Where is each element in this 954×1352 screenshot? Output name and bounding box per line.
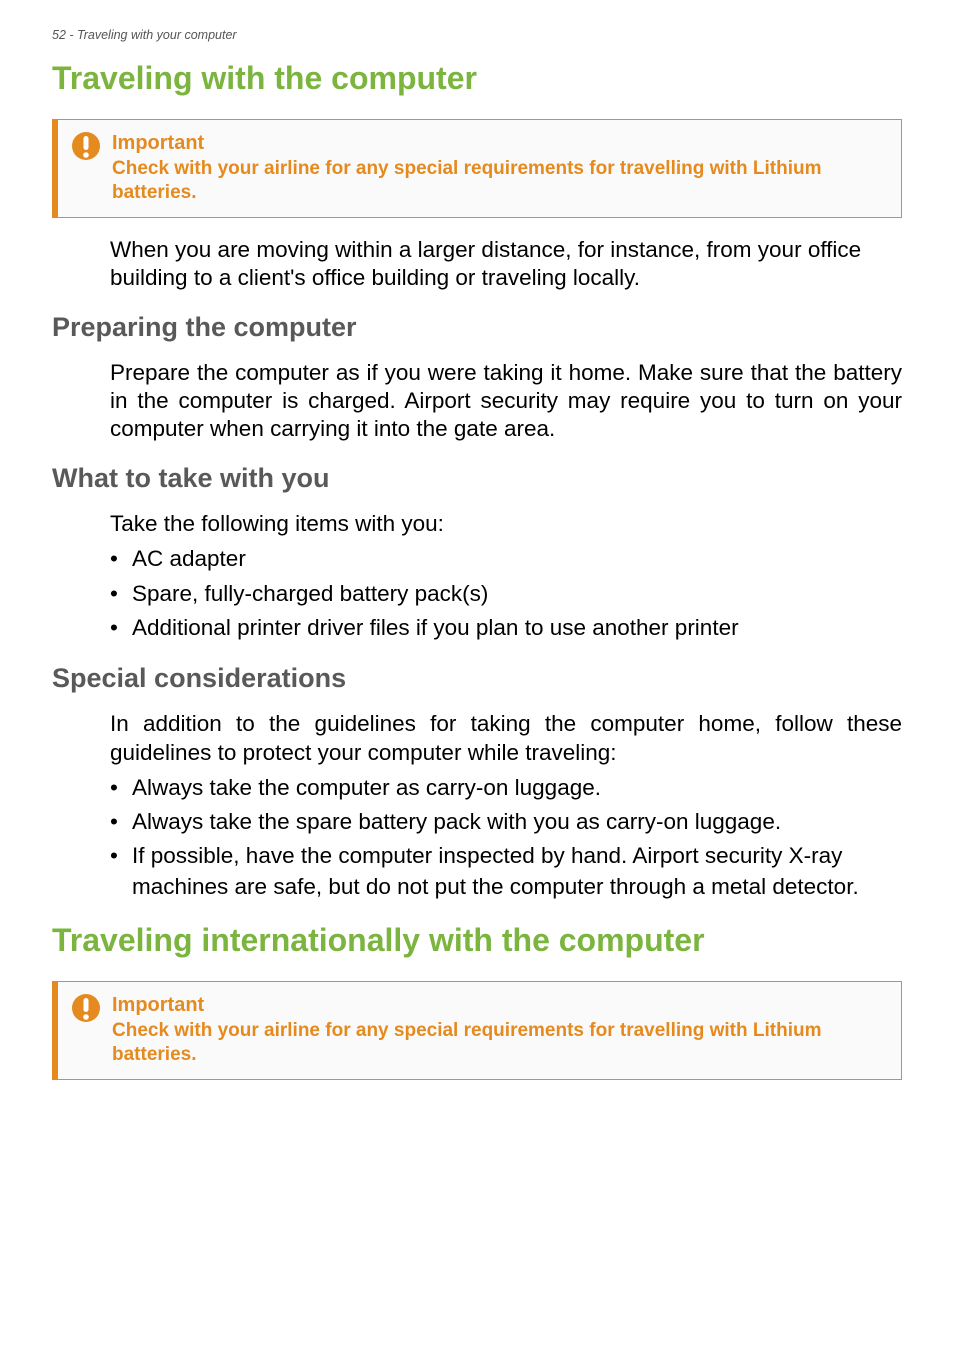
preparing-paragraph: Prepare the computer as if you were taki… bbox=[110, 359, 902, 443]
take-list: AC adapter Spare, fully-charged battery … bbox=[110, 544, 902, 643]
list-item: If possible, have the computer inspected… bbox=[110, 841, 902, 902]
heading-special-considerations: Special considerations bbox=[52, 663, 902, 694]
important-callout-2: Important Check with your airline for an… bbox=[52, 981, 902, 1080]
warning-icon bbox=[70, 992, 102, 1024]
list-item: Always take the computer as carry-on lug… bbox=[110, 773, 902, 803]
list-item: AC adapter bbox=[110, 544, 902, 574]
callout-body: Check with your airline for any special … bbox=[112, 157, 887, 205]
special-list: Always take the computer as carry-on lug… bbox=[110, 773, 902, 903]
callout-body: Check with your airline for any special … bbox=[112, 1019, 887, 1067]
intro-paragraph: When you are moving within a larger dist… bbox=[110, 236, 902, 292]
important-callout-1: Important Check with your airline for an… bbox=[52, 119, 902, 218]
page-header: 52 - Traveling with your computer bbox=[52, 28, 902, 42]
callout-text: Important Check with your airline for an… bbox=[112, 994, 887, 1067]
callout-text: Important Check with your airline for an… bbox=[112, 132, 887, 205]
list-item: Spare, fully-charged battery pack(s) bbox=[110, 579, 902, 609]
callout-title: Important bbox=[112, 994, 887, 1017]
special-paragraph: In addition to the guidelines for taking… bbox=[110, 710, 902, 766]
heading-traveling-internationally: Traveling internationally with the compu… bbox=[52, 922, 902, 959]
heading-traveling-with-computer: Traveling with the computer bbox=[52, 60, 902, 97]
heading-preparing: Preparing the computer bbox=[52, 312, 902, 343]
list-item: Always take the spare battery pack with … bbox=[110, 807, 902, 837]
warning-icon bbox=[70, 130, 102, 162]
take-paragraph: Take the following items with you: bbox=[110, 510, 902, 538]
heading-what-to-take: What to take with you bbox=[52, 463, 902, 494]
list-item: Additional printer driver files if you p… bbox=[110, 613, 902, 643]
callout-title: Important bbox=[112, 132, 887, 155]
